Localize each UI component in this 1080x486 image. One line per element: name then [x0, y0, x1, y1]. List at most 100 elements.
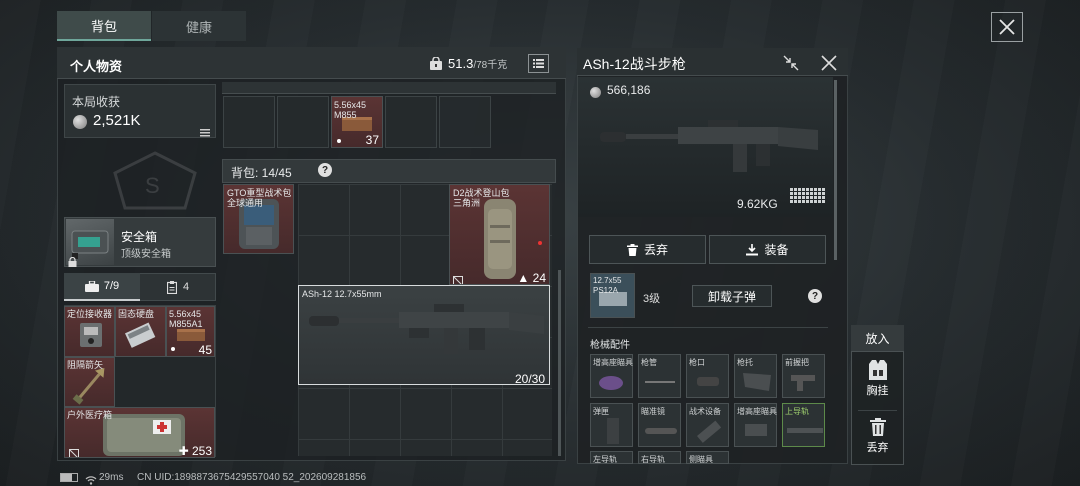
top-item-ammo[interactable]: 5.56x45 M855 37: [331, 96, 383, 148]
pouch-item-label: 阻隔箭矢: [67, 360, 104, 370]
top-slot[interactable]: [223, 96, 275, 148]
attachment-slot[interactable]: 战术设备: [686, 403, 729, 447]
personal-items-title: 个人物资: [70, 59, 123, 74]
attachment-label: 枪托: [737, 358, 753, 367]
detail-close-button[interactable]: [820, 54, 838, 72]
attachment-slot[interactable]: 右导轨: [638, 451, 681, 464]
size-grid-icon: [790, 188, 826, 208]
pouch-item-label: 5.56x45 M855A1: [169, 309, 203, 329]
top-slot[interactable]: [439, 96, 491, 148]
attachment-slot[interactable]: 瞄准镜: [638, 403, 681, 447]
item-ash12[interactable]: ASh-12 12.7x55mm 20/30: [298, 285, 550, 385]
attachment-slot[interactable]: 枪口: [686, 354, 729, 398]
ammo-help-icon[interactable]: ?: [808, 289, 822, 303]
lock-icon: [68, 254, 77, 267]
count-wrap: ▲ 24: [517, 271, 546, 285]
attachment-slot[interactable]: 枪管: [638, 354, 681, 398]
ammo-count: 20/30: [514, 372, 545, 385]
tab-backpack[interactable]: 背包: [57, 11, 151, 41]
attachment-label: 弹匣: [593, 407, 609, 416]
top-item-count: 37: [365, 133, 379, 147]
coin-icon: [73, 113, 87, 131]
svg-text:S: S: [145, 173, 160, 198]
top-container-strip: [222, 82, 556, 94]
close-button[interactable]: [991, 12, 1023, 42]
attachments-title: 枪械配件: [590, 340, 630, 351]
attachment-label: 增高座瞄具: [737, 407, 777, 416]
pouch-item-ssd[interactable]: 固态硬盘: [115, 306, 166, 357]
chest-rig-button[interactable]: 胸挂: [855, 360, 900, 404]
attachment-slot[interactable]: 枪托: [734, 354, 777, 398]
collapse-button[interactable]: [782, 54, 800, 72]
discard-label: 丢弃: [643, 243, 668, 257]
divider: [588, 327, 828, 328]
discard-button[interactable]: 丢弃: [589, 235, 706, 264]
attachment-slot[interactable]: 左导轨: [590, 451, 633, 464]
pouch-item-label: 户外医疗箱: [67, 410, 113, 420]
attachment-slot[interactable]: 增高座瞄具: [590, 354, 633, 398]
wifi-icon: [85, 472, 97, 485]
attachment-label: 瞄准镜: [641, 407, 665, 416]
close-icon: [999, 19, 1015, 35]
top-slot[interactable]: [385, 96, 437, 148]
harvest-label: 本局收获: [72, 95, 121, 109]
attachment-label: 侧瞄具: [689, 455, 713, 464]
price-coin-icon: [590, 84, 601, 102]
ammo-slot[interactable]: 12.7x55 PS12A: [590, 273, 635, 318]
emblem-watermark: S: [95, 148, 215, 218]
equip-backpack-gto[interactable]: GTO重型战术包 全球通用: [223, 184, 294, 254]
safebox-subtitle: 顶级安全箱: [121, 249, 171, 260]
equip-button[interactable]: 装备: [709, 235, 826, 264]
pouch-count: 7/9: [103, 280, 120, 292]
sort-button[interactable]: [528, 54, 549, 73]
no-insure-icon: [68, 446, 79, 457]
rifle-image: [309, 304, 544, 354]
unload-ammo-button[interactable]: 卸载子弹: [692, 285, 772, 307]
pouch-item-ammo[interactable]: 5.56x45 M855A1 45: [166, 306, 215, 357]
clipboard-icon: [166, 280, 177, 294]
attachment-slot[interactable]: 前握把: [782, 354, 825, 398]
pouch-item-locator[interactable]: 定位接收器: [64, 306, 115, 357]
mid-scrollbar[interactable]: [558, 270, 561, 456]
weight-value: 51.3: [448, 56, 474, 71]
attachment-label: 右导轨: [641, 455, 665, 464]
pouch-item-arrows[interactable]: 阻隔箭矢: [64, 357, 115, 407]
briefcase-icon: [84, 280, 99, 292]
vest-icon: [868, 360, 887, 380]
ammo-dot-icon: [171, 347, 175, 351]
pouch-item-medkit[interactable]: 户外医疗箱 ✚ 253: [64, 407, 215, 458]
pouch-tab-2[interactable]: 4: [140, 273, 216, 301]
attachment-slot[interactable]: 弹匣: [590, 403, 633, 447]
item-d2-backpack[interactable]: D2战术登山包 三角洲 ▲ 24: [449, 184, 550, 285]
side-discard-label: 丢弃: [866, 442, 889, 454]
tab-health[interactable]: 健康: [152, 11, 246, 41]
collapse-icon: [783, 55, 799, 71]
item-count: 24: [532, 271, 546, 285]
top-slot[interactable]: [277, 96, 329, 148]
detail-scrollbar[interactable]: [834, 80, 837, 260]
put-in-title: 放入: [851, 325, 904, 352]
plus-icon: ✚: [178, 444, 192, 458]
attachment-slot[interactable]: 侧瞄具: [686, 451, 729, 464]
weight-readout: 51.3/78千克: [448, 56, 507, 71]
attachment-label: 前握把: [785, 358, 809, 367]
ping-readout: 29ms: [99, 472, 124, 483]
weight-icon: [429, 56, 443, 70]
harvest-value: 2,521K: [93, 112, 141, 129]
ammo-level: 3级: [643, 293, 661, 305]
bag-icon: ▲: [517, 271, 533, 285]
medkit-count-wrap: ✚ 253: [178, 444, 212, 458]
backpack-help-icon[interactable]: ?: [318, 163, 332, 177]
pouch-tab-1[interactable]: 7/9: [64, 273, 140, 301]
trash-icon: [869, 418, 886, 436]
equip-backpack-label: GTO重型战术包 全球通用: [227, 188, 292, 208]
attachment-label: 枪口: [689, 358, 705, 367]
uid-readout: CN UID:1898873675429557040 52_2026092818…: [137, 472, 367, 483]
side-discard-button[interactable]: 丢弃: [855, 418, 900, 458]
harvest-list-icon[interactable]: [200, 124, 210, 137]
attachment-slot[interactable]: 上导轨: [782, 403, 825, 447]
detail-weight: 9.62KG: [737, 197, 778, 211]
detail-title: ASh-12战斗步枪: [583, 56, 686, 72]
attachment-slot[interactable]: 增高座瞄具: [734, 403, 777, 447]
trash-icon: [626, 243, 638, 256]
